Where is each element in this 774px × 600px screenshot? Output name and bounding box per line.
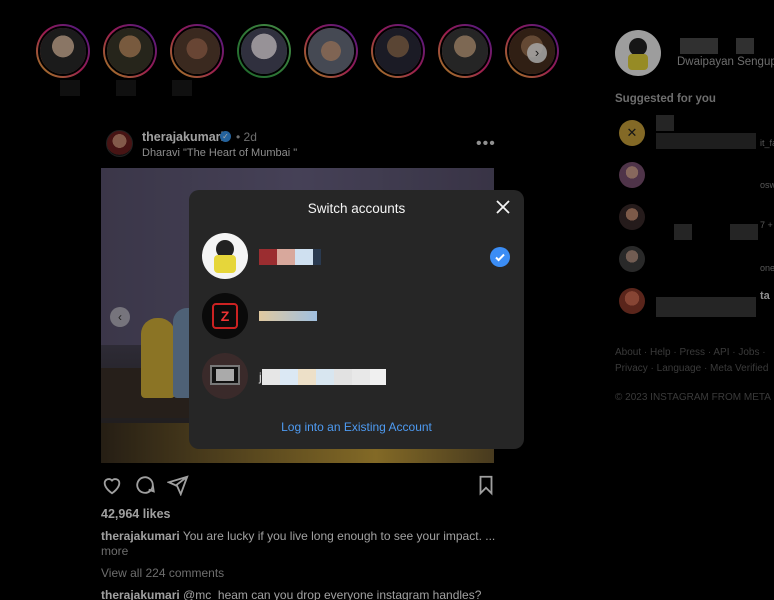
redacted-account-name xyxy=(259,249,321,265)
log-into-existing-account-link[interactable]: Log into an Existing Account xyxy=(189,420,524,434)
account-avatar xyxy=(202,353,248,399)
account-avatar: Z xyxy=(202,293,248,339)
close-icon[interactable] xyxy=(494,198,512,216)
redacted-account-name xyxy=(259,311,317,321)
account-avatar xyxy=(202,233,248,279)
checkmark-circle-icon xyxy=(490,247,510,267)
account-row[interactable]: Z xyxy=(201,290,513,342)
account-row-current[interactable] xyxy=(201,230,513,282)
redacted-account-name: j xyxy=(259,369,386,385)
dialog-title: Switch accounts xyxy=(307,201,406,216)
switch-accounts-dialog: Switch accounts Z j Log into an Existing… xyxy=(189,190,524,449)
account-row[interactable]: j xyxy=(201,350,513,402)
